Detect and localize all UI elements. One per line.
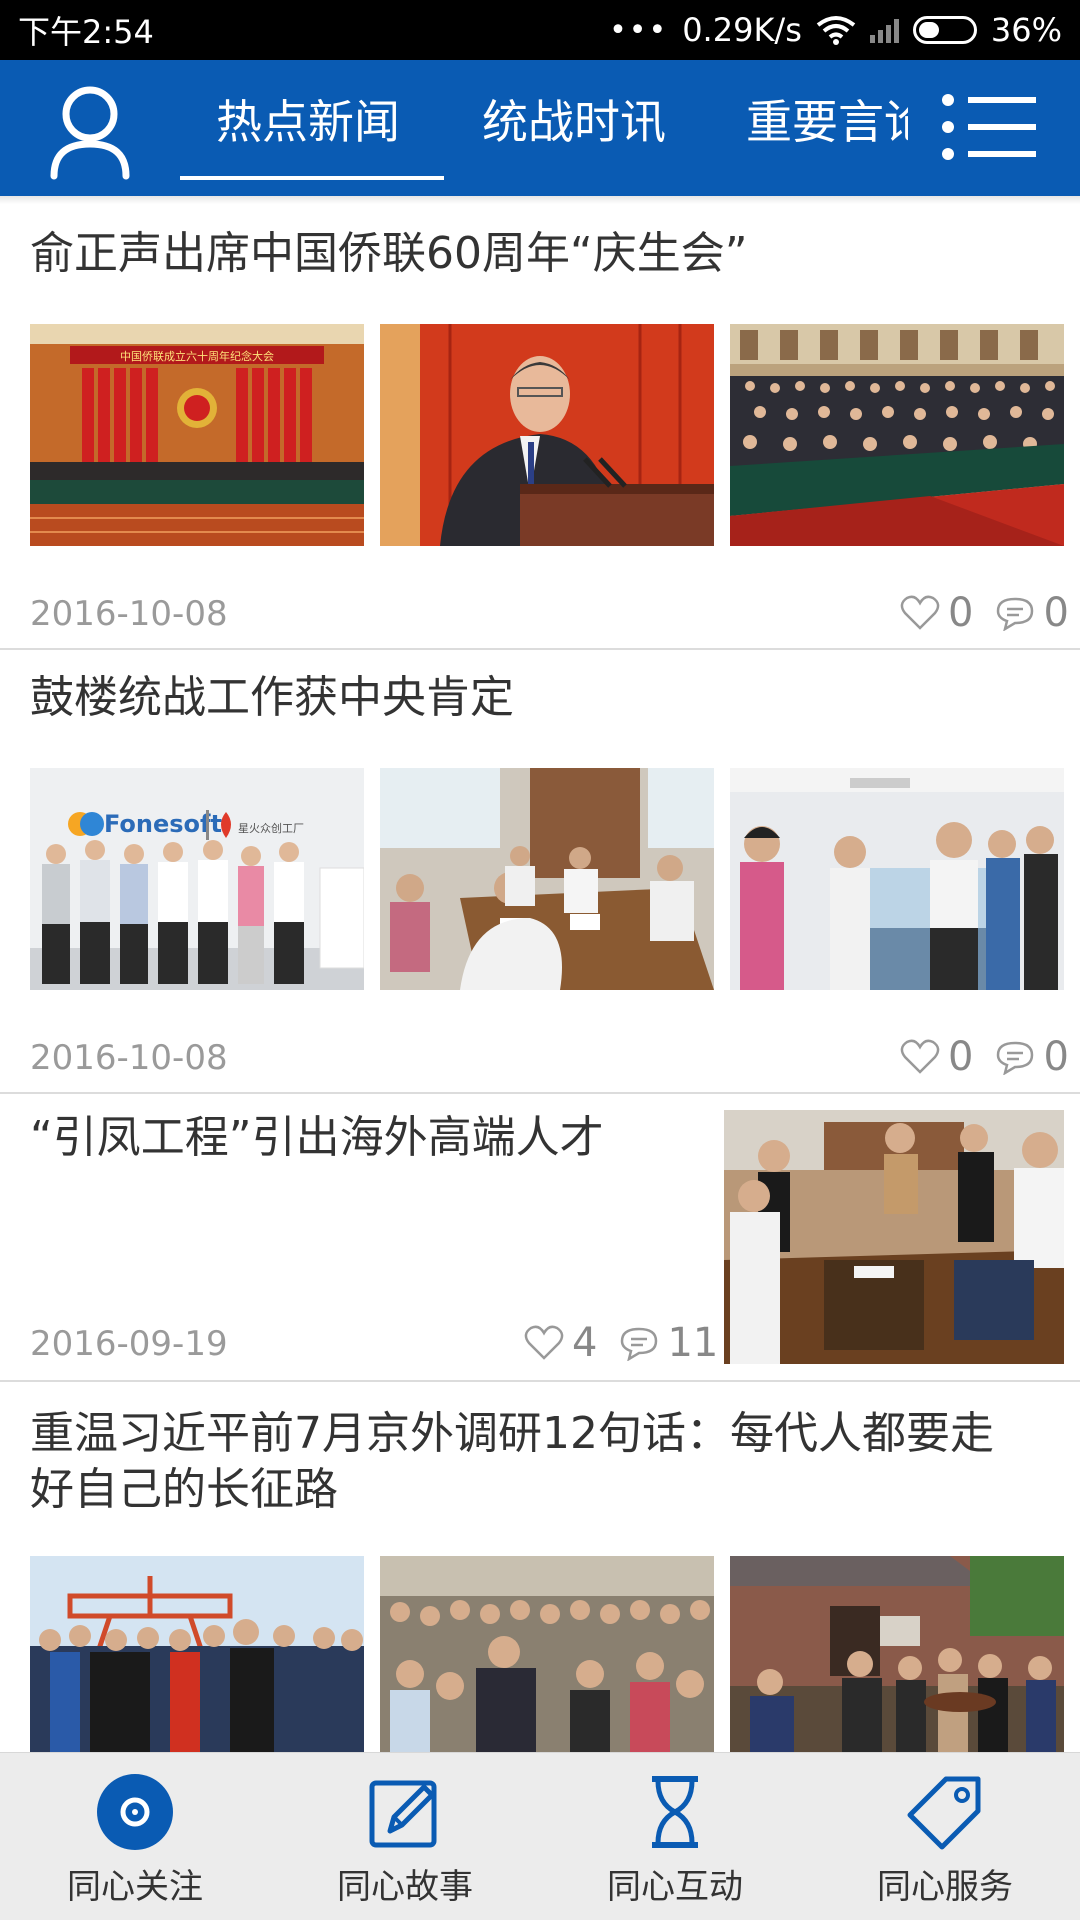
network-speed: 0.29K/s xyxy=(682,11,802,49)
tag-icon xyxy=(907,1776,981,1850)
news-stats: 0 0 xyxy=(900,1034,1069,1080)
status-indicators: ••• 0.29K/s 36% xyxy=(609,11,1062,49)
like-icon[interactable] xyxy=(900,595,940,631)
menu-icon[interactable] xyxy=(940,92,1040,162)
news-photo[interactable] xyxy=(730,324,1064,546)
comment-count: 0 xyxy=(1043,1034,1069,1080)
nav-label: 同心互动 xyxy=(607,1867,743,1907)
like-count: 0 xyxy=(948,590,974,636)
hall-banner-text: 中国侨联成立六十周年纪念大会 xyxy=(120,349,274,363)
status-time: 下午2:54 xyxy=(18,13,154,51)
battery-percent: 36% xyxy=(990,11,1062,49)
tab-important-speeches[interactable]: 重要言论 xyxy=(746,92,908,152)
news-item[interactable]: 鼓楼统战工作获中央肯定 Fonesoft 星火众创工厂 2016-10-08 0… xyxy=(0,650,1080,1094)
news-photo[interactable] xyxy=(380,324,714,546)
nav-item-focus[interactable]: 同心关注 xyxy=(0,1753,270,1920)
focus-icon xyxy=(97,1774,173,1850)
bottom-navigation: 同心关注 同心故事 同心互动 同心服务 xyxy=(0,1752,1080,1920)
news-date: 2016-10-08 xyxy=(30,1038,228,1078)
nav-label: 同心关注 xyxy=(67,1867,203,1907)
tab-united-front-news[interactable]: 统战时讯 xyxy=(482,92,666,152)
news-item[interactable]: 重温习近平前7月京外调研12句话：每代人都要走 好自己的长征路 xyxy=(0,1382,1080,1752)
nav-item-stories[interactable]: 同心故事 xyxy=(270,1753,540,1920)
more-notifications-icon: ••• xyxy=(609,12,669,48)
app-root: 下午2:54 ••• 0.29K/s 36% 热点新闻 统战时讯 重要言论 俞正… xyxy=(0,0,1080,1920)
comment-icon[interactable] xyxy=(619,1325,659,1361)
hourglass-icon xyxy=(652,1776,698,1848)
status-bar: 下午2:54 ••• 0.29K/s 36% xyxy=(0,0,1080,60)
tab-hot-news[interactable]: 热点新闻 xyxy=(216,92,400,152)
nav-label: 同心服务 xyxy=(877,1867,1013,1907)
nav-item-interaction[interactable]: 同心互动 xyxy=(540,1753,810,1920)
like-count: 0 xyxy=(948,1034,974,1080)
comment-icon[interactable] xyxy=(995,1039,1035,1075)
news-title[interactable]: 鼓楼统战工作获中央肯定 xyxy=(30,668,514,728)
company-sign-cn: 星火众创工厂 xyxy=(238,822,304,835)
news-photo[interactable]: 中国侨联成立六十周年纪念大会 xyxy=(30,324,364,546)
news-photo[interactable] xyxy=(724,1110,1064,1364)
news-thumbnails xyxy=(30,1556,1064,1752)
company-sign-text: Fonesoft xyxy=(104,810,222,838)
news-stats: 0 0 xyxy=(900,590,1069,636)
news-photo[interactable] xyxy=(380,1556,714,1752)
header-divider xyxy=(0,196,1080,204)
news-title[interactable]: 重温习近平前7月京外调研12句话：每代人都要走 xyxy=(30,1404,994,1464)
comment-icon[interactable] xyxy=(995,595,1035,631)
edit-icon xyxy=(369,1780,437,1848)
active-tab-indicator xyxy=(180,176,444,180)
news-photo[interactable] xyxy=(380,768,714,990)
news-stats: 4 11 xyxy=(524,1320,718,1366)
app-header: 热点新闻 统战时讯 重要言论 xyxy=(0,60,1080,196)
battery-icon xyxy=(912,16,977,44)
news-title-line2[interactable]: 好自己的长征路 xyxy=(30,1460,338,1520)
like-count: 4 xyxy=(572,1320,598,1366)
news-date: 2016-10-08 xyxy=(30,594,228,634)
news-title[interactable]: 俞正声出席中国侨联60周年“庆生会” xyxy=(30,224,748,284)
news-title[interactable]: “引凤工程”引出海外高端人才 xyxy=(30,1108,604,1168)
like-icon[interactable] xyxy=(900,1039,940,1075)
user-profile-icon[interactable] xyxy=(48,80,132,180)
news-date: 2016-09-19 xyxy=(30,1324,228,1364)
wifi-icon xyxy=(816,16,856,45)
nav-item-services[interactable]: 同心服务 xyxy=(810,1753,1080,1920)
like-icon[interactable] xyxy=(524,1325,564,1361)
nav-label: 同心故事 xyxy=(337,1867,473,1907)
news-thumbnails: Fonesoft 星火众创工厂 xyxy=(30,768,1064,990)
news-item[interactable]: “引凤工程”引出海外高端人才 2016-09-19 4 11 xyxy=(0,1094,1080,1380)
news-photo[interactable] xyxy=(30,1556,364,1752)
news-photo[interactable] xyxy=(730,768,1064,990)
comment-count: 0 xyxy=(1043,590,1069,636)
news-thumbnails: 中国侨联成立六十周年纪念大会 xyxy=(30,324,1064,546)
news-photo[interactable]: Fonesoft 星火众创工厂 xyxy=(30,768,364,990)
comment-count: 11 xyxy=(667,1320,719,1366)
news-photo[interactable] xyxy=(730,1556,1064,1752)
signal-icon xyxy=(869,17,899,43)
news-item[interactable]: 俞正声出席中国侨联60周年“庆生会” 中国侨联成立六十周年纪念大会 2016-1… xyxy=(0,204,1080,648)
